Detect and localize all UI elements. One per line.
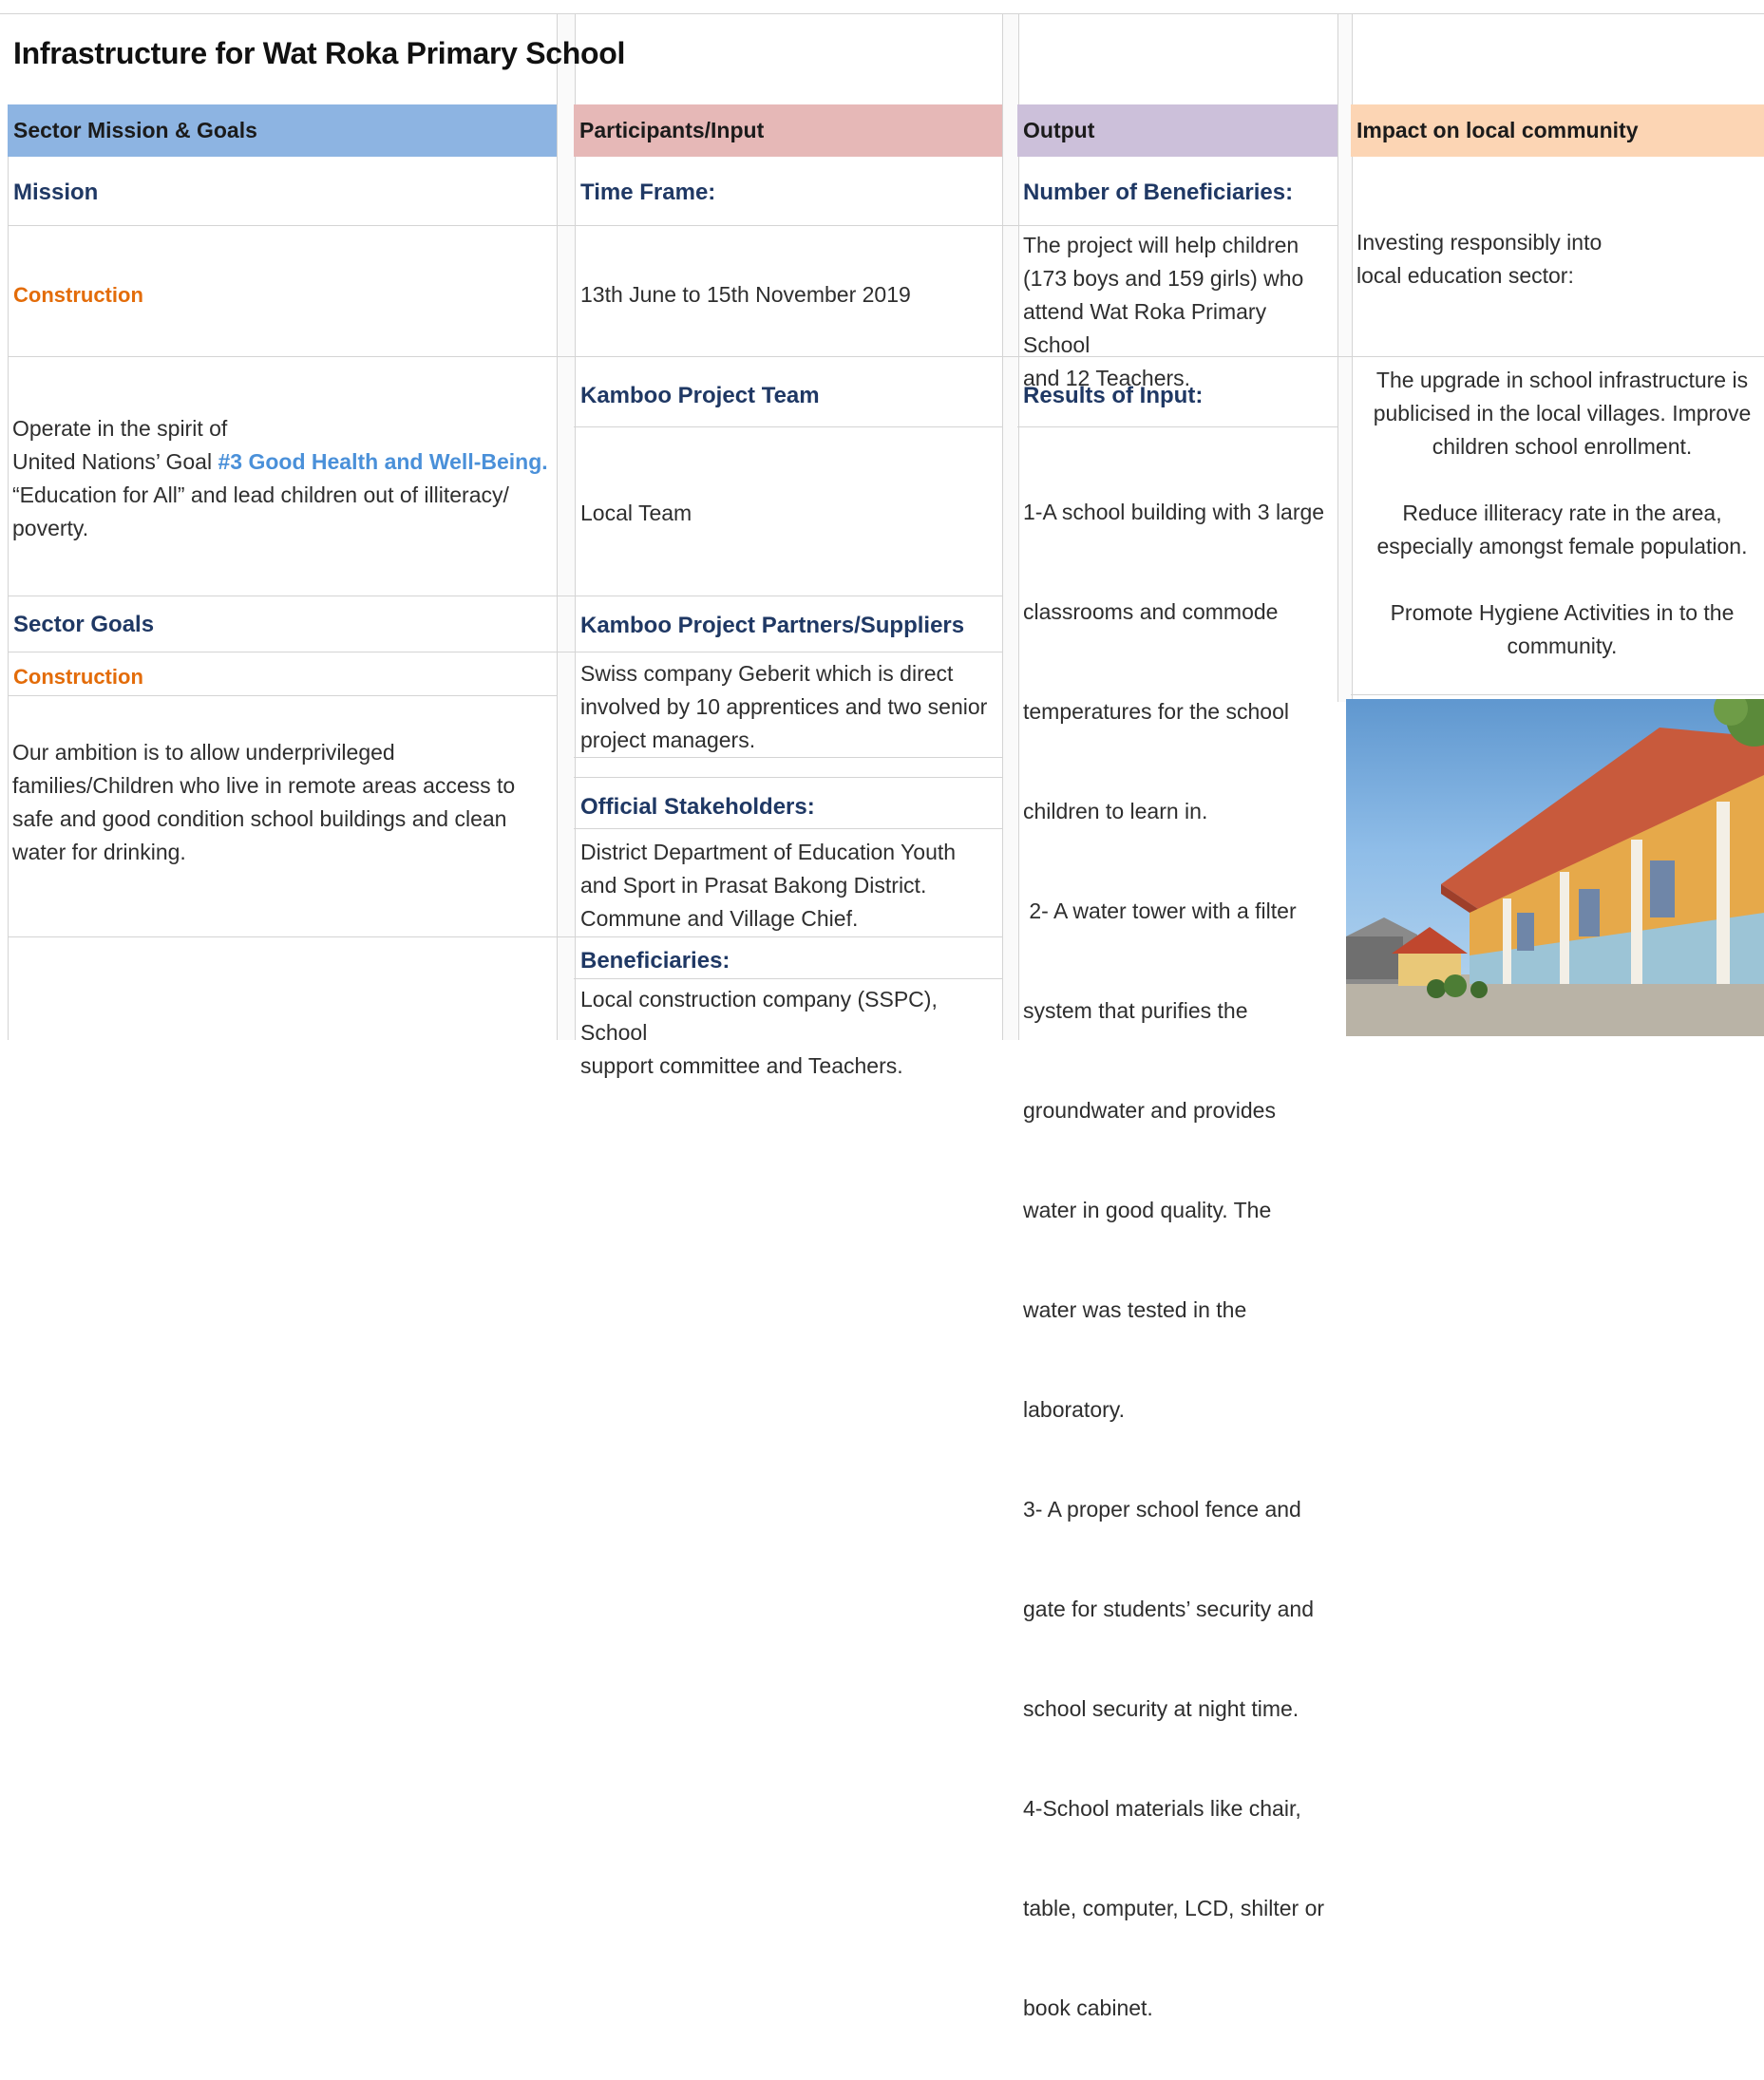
beneficiaries-line: support committee and Teachers. — [580, 1053, 903, 1078]
gridline — [1017, 426, 1337, 427]
ambition-line: safe and good condition school buildings… — [12, 806, 507, 831]
gridline — [1351, 694, 1764, 695]
school-building-illustration — [1346, 699, 1764, 1036]
impact-line: community. — [1507, 633, 1618, 658]
construction-label-1: Construction — [13, 283, 143, 307]
results-line: table, computer, LCD, shilter or — [1023, 1896, 1325, 1920]
partners-line: project managers. — [580, 728, 756, 752]
gridline — [8, 695, 557, 696]
stakeholders-line: District Department of Education Youth — [580, 840, 957, 864]
impact-line: Reduce illiteracy rate in the area, — [1402, 501, 1722, 525]
time-frame-label: Time Frame: — [580, 180, 716, 205]
stakeholders-label: Official Stakeholders: — [580, 794, 815, 820]
beneficiaries-count-text: The project will help children (173 boys… — [1023, 229, 1337, 395]
column-gap-1 — [557, 13, 576, 1040]
header-sector-mission-goals: Sector Mission & Goals — [8, 104, 557, 157]
ambition-line: water for drinking. — [12, 840, 186, 864]
column-gap-2 — [1002, 13, 1019, 1040]
un-goal-prefix: United Nations’ Goal — [12, 449, 218, 474]
stakeholders-text: District Department of Education Youth a… — [580, 836, 998, 936]
stakeholders-line: Commune and Village Chief. — [580, 906, 859, 931]
impact-line: Promote Hygiene Activities in to the — [1390, 600, 1735, 625]
ambition-text: Our ambition is to allow underprivileged… — [12, 736, 554, 869]
results-line: laboratory. — [1023, 1397, 1125, 1422]
gridline — [574, 978, 1002, 979]
results-line: school security at night time. — [1023, 1696, 1299, 1721]
results-line: 1-A school building with 3 large — [1023, 500, 1325, 524]
mission-text-line: United Nations’ Goal #3 Good Health and … — [12, 445, 554, 479]
results-line: 4-School materials like chair, — [1023, 1796, 1301, 1821]
results-line: groundwater and provides — [1023, 1098, 1276, 1123]
construction-label-2: Construction — [13, 665, 143, 689]
investing-line: Investing responsibly into — [1356, 230, 1603, 255]
results-line: 2- A water tower with a filter — [1023, 898, 1297, 923]
impact-spacer — [1351, 563, 1764, 596]
results-line: temperatures for the school — [1023, 699, 1289, 724]
impact-line: The upgrade in school infrastructure is — [1375, 368, 1749, 392]
school-building-photo — [1346, 699, 1764, 1036]
investing-text: Investing responsibly into local educati… — [1356, 226, 1755, 293]
results-line: classrooms and commode — [1023, 599, 1279, 624]
ambition-line: families/Children who live in remote are… — [12, 773, 516, 798]
partners-line: Swiss company Geberit which is direct — [580, 661, 954, 686]
beneficiaries-label: Beneficiaries: — [580, 948, 730, 974]
results-line: system that purifies the — [1023, 998, 1248, 1023]
results-line: children to learn in. — [1023, 799, 1208, 823]
impact-line: children school enrollment. — [1432, 434, 1693, 459]
impact-line: especially amongst female population. — [1376, 534, 1748, 558]
mission-text: Operate in the spirit of United Nations’… — [12, 412, 554, 545]
mission-text-line: Operate in the spirit of — [12, 416, 228, 441]
left-border — [8, 104, 9, 1040]
investing-line: local education sector: — [1356, 263, 1574, 288]
mission-text-line: “Education for All” and lead children ou… — [12, 482, 509, 507]
results-line: 3- A proper school fence and — [1023, 1497, 1301, 1522]
gridline — [8, 936, 1002, 937]
gridline — [8, 356, 1764, 357]
gridline — [574, 757, 1002, 758]
spreadsheet: Infrastructure for Wat Roka Primary Scho… — [0, 0, 1764, 2020]
results-line: gate for students’ security and — [1023, 1597, 1314, 1621]
header-output: Output — [1017, 104, 1337, 157]
beneficiaries-text: Local construction company (SSPC), Schoo… — [580, 983, 998, 1083]
sector-goals-label: Sector Goals — [13, 612, 155, 637]
gridline — [574, 777, 1002, 778]
results-of-input-label: Results of Input: — [1023, 383, 1204, 408]
mission-label: Mission — [13, 180, 99, 205]
partners-text: Swiss company Geberit which is direct in… — [580, 657, 998, 757]
impact-text: The upgrade in school infrastructure is … — [1351, 364, 1764, 663]
impact-line: publicised in the local villages. Improv… — [1373, 401, 1752, 425]
impact-spacer — [1351, 463, 1764, 497]
beneficiaries-count-line: The project will help children — [1023, 233, 1299, 257]
time-frame-value: 13th June to 15th November 2019 — [580, 282, 911, 307]
number-of-beneficiaries-label: Number of Beneficiaries: — [1023, 180, 1294, 205]
results-line: water was tested in the — [1023, 1297, 1247, 1322]
un-goal-link[interactable]: #3 Good Health and Well-Being. — [218, 449, 547, 474]
gridline — [574, 426, 1002, 427]
beneficiaries-count-line: attend Wat Roka Primary School — [1023, 299, 1267, 357]
results-line: book cabinet. — [1023, 1995, 1153, 2020]
gridline — [0, 13, 1764, 14]
header-participants-input: Participants/Input — [574, 104, 1002, 157]
beneficiaries-count-line: (173 boys and 159 girls) who — [1023, 266, 1304, 291]
gridline — [8, 225, 1337, 226]
partners-line: involved by 10 apprentices and two senio… — [580, 694, 988, 719]
project-team-value: Local Team — [580, 501, 692, 525]
mission-text-line: poverty. — [12, 516, 89, 540]
results-text: 1-A school building with 3 large classro… — [1023, 429, 1337, 2080]
gridline — [574, 828, 1002, 829]
partners-label: Kamboo Project Partners/Suppliers — [580, 613, 965, 638]
results-line: water in good quality. The — [1023, 1198, 1272, 1222]
header-impact: Impact on local community — [1351, 104, 1764, 157]
stakeholders-line: and Sport in Prasat Bakong District. — [580, 873, 927, 898]
project-team-label: Kamboo Project Team — [580, 383, 820, 408]
sheet-title: Infrastructure for Wat Roka Primary Scho… — [13, 36, 626, 70]
ambition-line: Our ambition is to allow underprivileged — [12, 740, 395, 765]
